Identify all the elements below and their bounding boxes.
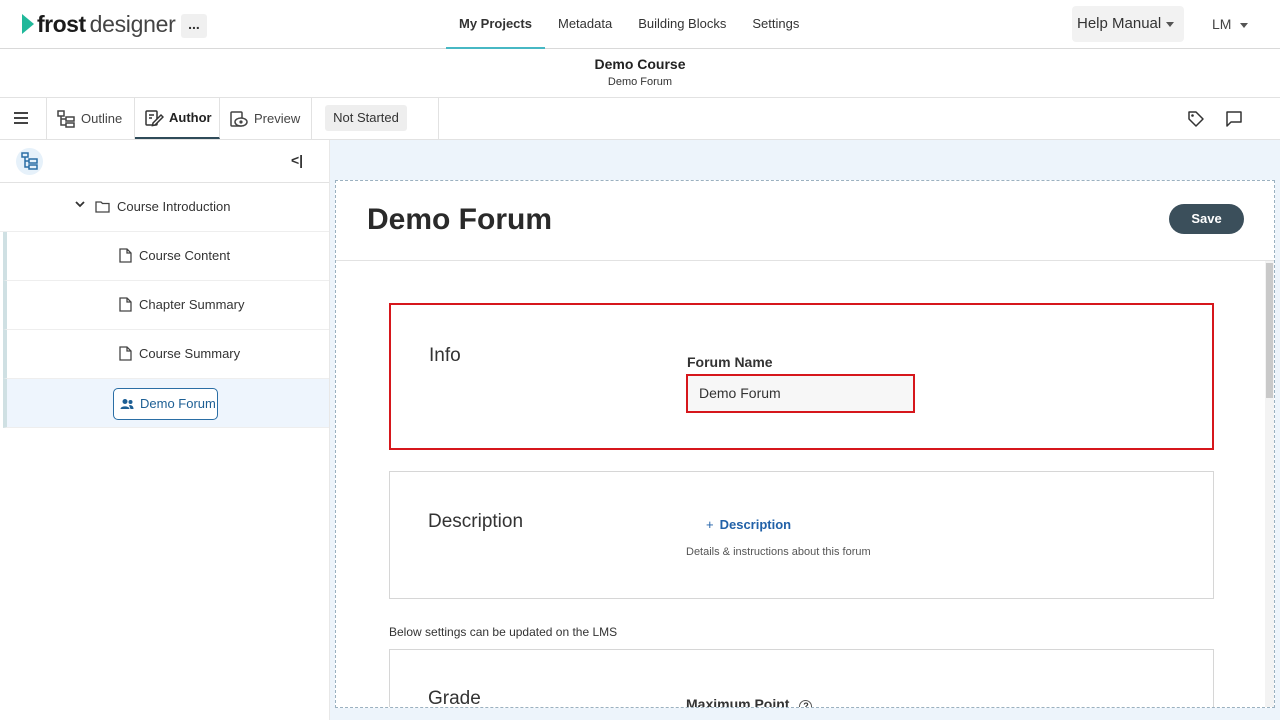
- maximum-point-label: Maximum Point?: [686, 696, 813, 708]
- nav-metadata[interactable]: Metadata: [545, 0, 625, 49]
- hamburger-menu-button[interactable]: [0, 98, 47, 139]
- help-manual-dropdown[interactable]: Help Manual: [1072, 6, 1184, 42]
- status-badge[interactable]: Not Started: [325, 105, 407, 131]
- folder-icon: [95, 201, 110, 213]
- outline-sidebar: <| Course Introduction Course Content Ch…: [0, 140, 330, 720]
- forum-item-chip[interactable]: Demo Forum: [113, 388, 218, 420]
- forum-name-label: Forum Name: [687, 354, 773, 370]
- nav-my-projects[interactable]: My Projects: [446, 0, 545, 49]
- logo-text-light: designer: [89, 10, 176, 37]
- course-header: Demo Course Demo Forum: [0, 49, 1280, 98]
- author-icon: [145, 109, 164, 126]
- main-content: Demo Forum Save Info Forum Name Demo For…: [330, 140, 1280, 720]
- maximum-point-text: Maximum Point: [686, 696, 790, 708]
- menu-line: [14, 117, 28, 119]
- add-description-label: Description: [719, 517, 792, 532]
- save-button[interactable]: Save: [1169, 204, 1244, 234]
- tab-author[interactable]: Author: [135, 98, 220, 139]
- toolbar-divider: [438, 98, 439, 139]
- info-section: Info Forum Name Demo Forum: [389, 303, 1214, 450]
- panel-header: Demo Forum Save: [336, 181, 1274, 261]
- forum-item-label: Demo Forum: [140, 396, 216, 411]
- outline-icon: [57, 109, 75, 128]
- tree-icon: [21, 152, 38, 170]
- forum-name-input[interactable]: Demo Forum: [686, 374, 915, 413]
- description-section: Description + Description Details & instr…: [389, 471, 1214, 599]
- page-title: Demo Forum: [367, 203, 553, 236]
- plus-icon: +: [706, 517, 714, 532]
- editor-toolbar: Outline Author Preview Not Started: [0, 98, 1280, 140]
- lms-settings-note: Below settings can be updated on the LMS: [389, 625, 618, 639]
- file-icon: [119, 297, 132, 312]
- sidebar-header: <|: [0, 140, 329, 183]
- editor-panel: Demo Forum Save Info Forum Name Demo For…: [335, 180, 1275, 708]
- nav-settings[interactable]: Settings: [739, 0, 812, 49]
- file-icon: [119, 346, 132, 361]
- info-section-title: Info: [429, 345, 461, 366]
- user-menu[interactable]: LM: [1212, 16, 1249, 32]
- tab-preview-label: Preview: [254, 111, 301, 126]
- tab-outline-label: Outline: [81, 111, 123, 126]
- list-item-label: Course Content: [139, 248, 231, 263]
- tab-outline[interactable]: Outline: [47, 98, 135, 139]
- list-item[interactable]: Chapter Summary: [3, 281, 329, 330]
- nav-building-blocks[interactable]: Building Blocks: [625, 0, 739, 49]
- list-item[interactable]: Course Content: [3, 232, 329, 281]
- tab-author-label: Author: [169, 110, 212, 125]
- list-item-label: Course Summary: [139, 346, 241, 361]
- scrollbar-thumb[interactable]: [1266, 263, 1273, 398]
- help-circle-icon[interactable]: ?: [799, 700, 813, 707]
- comment-icon[interactable]: [1225, 110, 1243, 128]
- more-options-button[interactable]: ...: [181, 14, 207, 38]
- tree-folder-course-introduction[interactable]: Course Introduction: [0, 183, 329, 232]
- frost-designer-logo[interactable]: frost designer: [22, 10, 176, 37]
- menu-line: [14, 112, 28, 114]
- description-section-title: Description: [428, 511, 524, 532]
- chevron-down-icon[interactable]: [74, 198, 86, 210]
- logo-arrow-icon: [22, 14, 34, 34]
- description-help-text: Details & instructions about this forum: [686, 546, 871, 558]
- forum-icon: [120, 399, 134, 409]
- grade-section-title: Grade: [428, 688, 481, 708]
- user-initials: LM: [1212, 16, 1232, 32]
- course-subtitle: Demo Forum: [607, 76, 673, 88]
- grade-section: Grade Maximum Point?: [389, 649, 1214, 708]
- tab-preview[interactable]: Preview: [220, 98, 312, 139]
- list-item-selected[interactable]: Demo Forum: [3, 379, 329, 428]
- logo-text-bold: frost: [37, 10, 86, 37]
- caret-down-icon: [1166, 21, 1175, 27]
- main-nav: My Projects Metadata Building Blocks Set…: [446, 0, 812, 49]
- list-item-label: Chapter Summary: [139, 297, 245, 312]
- tree-view-button[interactable]: [16, 148, 43, 175]
- file-icon: [119, 248, 132, 263]
- collapse-sidebar-button[interactable]: <|: [291, 152, 303, 168]
- caret-down-icon: [1240, 22, 1249, 28]
- preview-icon: [230, 110, 248, 127]
- menu-line: [14, 122, 28, 124]
- folder-label: Course Introduction: [117, 199, 231, 214]
- tag-icon[interactable]: [1187, 110, 1205, 128]
- help-manual-label: Help Manual: [1077, 15, 1162, 32]
- add-description-button[interactable]: + Description: [706, 517, 791, 532]
- list-item[interactable]: Course Summary: [3, 330, 329, 379]
- course-title: Demo Course: [594, 56, 686, 72]
- top-navbar: frost designer ... My Projects Metadata …: [0, 0, 1280, 49]
